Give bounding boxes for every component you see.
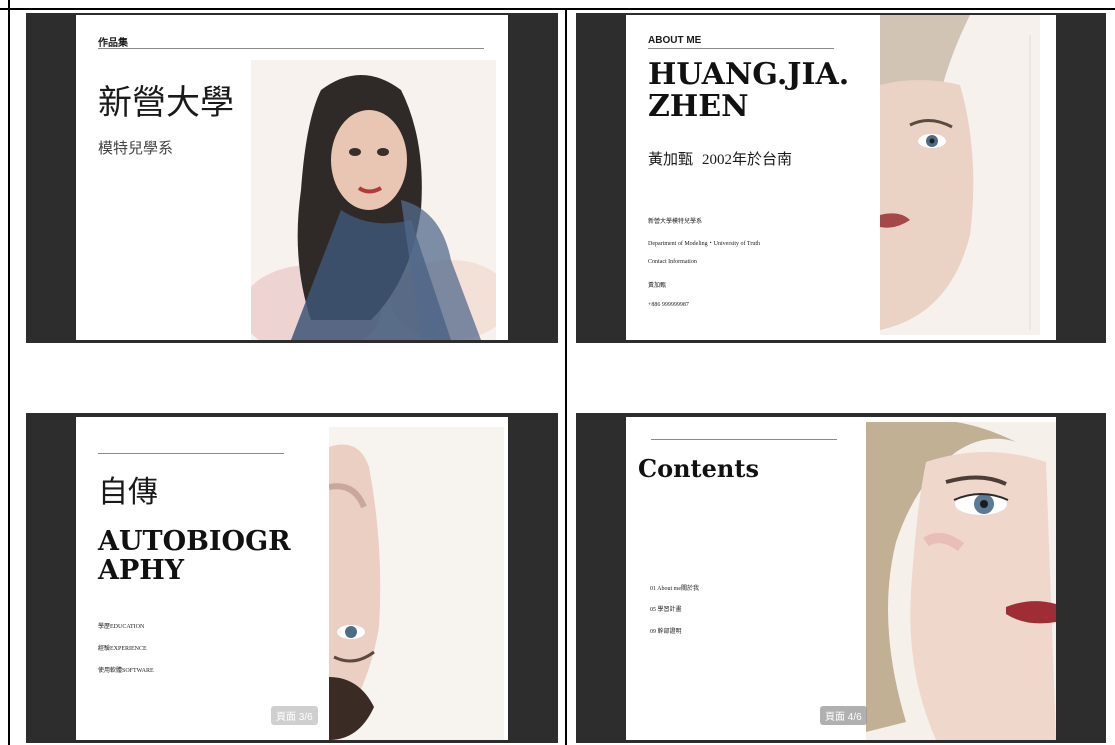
grid-border-left (8, 0, 10, 745)
slide-3-rule (98, 453, 284, 454)
slide-3-item: 學歷EDUCATION (98, 624, 145, 630)
slide-2-rule (648, 48, 834, 49)
slide-1-rule (98, 48, 484, 49)
slide-2-detail: 新營大學模特兒學系 (648, 219, 703, 225)
grid-divider-vertical (565, 8, 567, 745)
grid-border-top (0, 8, 1115, 10)
slide-1-subtitle: 模特兒學系 (98, 141, 174, 157)
slide-2-detail: Contact Information (648, 259, 697, 265)
slide-4-item: 09 幹部證明 (650, 629, 682, 635)
slide-2-detail: +886 999999987 (648, 302, 689, 308)
slide-4-rule (651, 439, 837, 440)
slide-2-face-image (880, 15, 1040, 335)
slide-4-page: Contents 01 About me關於我 05 學習計畫 09 幹部證明 … (626, 417, 1056, 740)
slide-3-item: 使用軟體SOFTWARE (98, 668, 154, 674)
slide-2-name-line2: ZHEN (648, 89, 749, 124)
slide-3-title-zh: 自傳 (98, 476, 158, 509)
slide-1-page: 作品集 新營大學 模特兒學系 (76, 15, 508, 340)
slide-3-face-image (329, 427, 504, 740)
slide-3-item: 經驗EXPERIENCE (98, 646, 147, 652)
slide-4-title: Contents (638, 454, 759, 483)
slide-3-page: 自傳 AUTOBIOGR APHY 學歷EDUCATION 經驗EXPERIEN… (76, 417, 508, 740)
slide-4-face-image (866, 422, 1056, 740)
slide-4-item: 05 學習計畫 (650, 607, 682, 613)
slide-4-item: 01 About me關於我 (650, 586, 699, 592)
slide-2-name-zh: 黃加甄 (648, 152, 694, 168)
slide-2-name-line1: HUANG.JIA. (648, 57, 850, 92)
slide-1-portrait-image (251, 60, 496, 340)
slide-2-birth: 2002年於台南 (702, 152, 793, 168)
slide-3-title-en-line1: AUTOBIOGR (98, 526, 291, 557)
slide-3-title-en-line2: APHY (98, 555, 185, 586)
slide-1-title: 新營大學 (98, 85, 234, 122)
slide-2-detail: 黃加甄 (648, 283, 667, 289)
slide-4-page-badge: 頁面 4/6 (820, 706, 867, 725)
slide-2-kicker: ABOUT ME (648, 35, 702, 46)
slide-1-kicker: 作品集 (98, 38, 128, 49)
slide-2-page: ABOUT ME HUANG.JIA. ZHEN 黃加甄 2002年於台南 新營… (626, 15, 1056, 340)
slide-3-page-badge: 頁面 3/6 (271, 706, 318, 725)
slide-2-detail: Department of Modeling・University of Tru… (648, 241, 760, 247)
